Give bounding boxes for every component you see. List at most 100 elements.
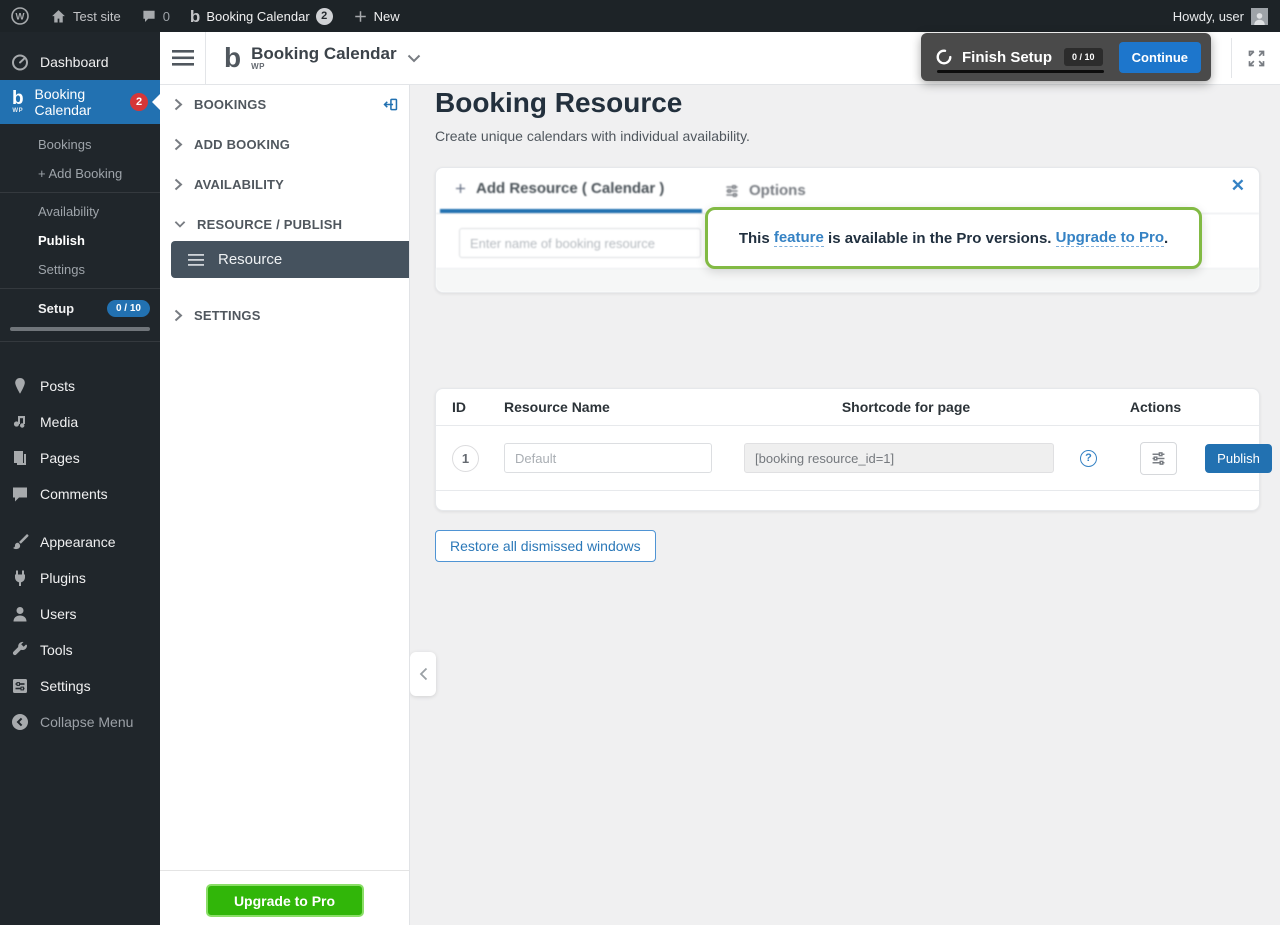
submenu-item-bookings[interactable]: Bookings bbox=[0, 130, 160, 159]
submenu-item-add-booking[interactable]: + Add Booking bbox=[0, 159, 160, 188]
users-label: Users bbox=[40, 606, 77, 622]
submenu-divider bbox=[0, 192, 160, 193]
tab-options-label: Options bbox=[749, 182, 806, 199]
new-menu[interactable]: New bbox=[343, 0, 410, 32]
submenu-item-publish[interactable]: Publish bbox=[0, 226, 160, 255]
collapse-menu-button[interactable]: Collapse Menu bbox=[0, 704, 160, 740]
wordpress-logo-icon: W bbox=[10, 6, 30, 26]
site-name-link[interactable]: Test site bbox=[40, 0, 131, 32]
chevron-right-icon bbox=[174, 98, 183, 111]
finish-setup-badge: 0 / 10 bbox=[1064, 48, 1103, 66]
plugins-icon bbox=[10, 568, 30, 588]
section-settings[interactable]: SETTINGS bbox=[160, 299, 409, 331]
submenu-divider bbox=[0, 288, 160, 289]
close-icon[interactable]: ✕ bbox=[1231, 177, 1245, 194]
finish-setup-toast: Finish Setup 0 / 10 Continue bbox=[921, 33, 1211, 81]
sidebar-item-dashboard[interactable]: Dashboard bbox=[0, 44, 160, 80]
resource-table-card: ID Resource Name Shortcode for page Acti… bbox=[435, 388, 1260, 511]
appearance-brush-icon bbox=[10, 532, 30, 552]
publish-button[interactable]: Publish bbox=[1205, 444, 1272, 473]
tab-add-resource-label: Add Resource ( Calendar ) bbox=[476, 180, 664, 197]
admin-bar: W Test site 0 b Booking Calendar 2 New H… bbox=[0, 0, 1280, 32]
sliders-icon bbox=[1150, 450, 1167, 467]
sidebar-item-comments[interactable]: Comments bbox=[0, 476, 160, 512]
collapse-sidebar-icon[interactable] bbox=[382, 96, 399, 113]
sidebar-item-appearance[interactable]: Appearance bbox=[0, 524, 160, 560]
upgrade-to-pro-link[interactable]: Upgrade to Pro bbox=[1056, 229, 1164, 247]
user-avatar[interactable] bbox=[1251, 8, 1268, 25]
submenu-item-setup[interactable]: Setup 0 / 10 bbox=[0, 293, 160, 321]
pages-icon bbox=[10, 448, 30, 468]
booking-calendar-menu-badge: 2 bbox=[130, 93, 148, 111]
sidebar-item-plugins[interactable]: Plugins bbox=[0, 560, 160, 596]
resource-id-badge: 1 bbox=[452, 445, 479, 472]
submenu-item-settings[interactable]: Settings bbox=[0, 255, 160, 284]
booking-calendar-adminbar-link[interactable]: b Booking Calendar 2 bbox=[180, 0, 343, 32]
submenu-item-availability[interactable]: Availability bbox=[0, 197, 160, 226]
booking-calendar-menu-label: Booking Calendar bbox=[35, 86, 121, 118]
page-subtitle: Create unique calendars with individual … bbox=[435, 128, 750, 144]
collapse-panel-tab[interactable] bbox=[410, 652, 436, 696]
plugin-title-block[interactable]: Booking Calendar WP bbox=[251, 45, 396, 72]
resource-row-name-input[interactable] bbox=[504, 443, 712, 473]
site-name: Test site bbox=[73, 9, 121, 24]
feature-link[interactable]: feature bbox=[774, 229, 824, 247]
new-label: New bbox=[374, 9, 400, 24]
panel-item-resource[interactable]: Resource bbox=[171, 241, 409, 278]
help-icon[interactable]: ? bbox=[1080, 450, 1097, 467]
section-resource-publish[interactable]: RESOURCE / PUBLISH bbox=[160, 208, 409, 240]
section-availability[interactable]: AVAILABILITY bbox=[160, 168, 409, 200]
panel-hamburger-button[interactable] bbox=[160, 32, 206, 84]
sidebar-item-booking-calendar[interactable]: bWP Booking Calendar 2 bbox=[0, 80, 160, 124]
restore-dismissed-windows-button[interactable]: Restore all dismissed windows bbox=[435, 530, 656, 562]
sidebar-item-settings[interactable]: Settings bbox=[0, 668, 160, 704]
menu-spacer bbox=[0, 512, 160, 524]
chevron-down-icon[interactable] bbox=[407, 54, 421, 63]
shortcode-field[interactable]: [booking resource_id=1] bbox=[744, 443, 1054, 473]
posts-pin-icon bbox=[10, 376, 30, 396]
drag-handle-icon bbox=[188, 254, 204, 266]
comments-link[interactable]: 0 bbox=[131, 0, 180, 32]
howdy-user-link[interactable]: Howdy, user bbox=[1173, 9, 1244, 24]
booking-calendar-adminbar-badge: 2 bbox=[316, 8, 333, 25]
popover-text: . bbox=[1164, 230, 1168, 247]
sidebar-item-posts[interactable]: Posts bbox=[0, 368, 160, 404]
sidebar-item-pages[interactable]: Pages bbox=[0, 440, 160, 476]
main-content: Booking Resource Create unique calendars… bbox=[410, 85, 1280, 925]
booking-calendar-menu-logo-icon: bWP bbox=[10, 90, 26, 113]
fullscreen-button[interactable] bbox=[1232, 32, 1280, 84]
sidebar-item-tools[interactable]: Tools bbox=[0, 632, 160, 668]
row-options-button[interactable] bbox=[1140, 442, 1177, 475]
table-header-row: ID Resource Name Shortcode for page Acti… bbox=[436, 389, 1259, 426]
svg-text:W: W bbox=[16, 12, 25, 23]
section-bookings-label: BOOKINGS bbox=[194, 97, 266, 112]
panel-footer: Upgrade to Pro bbox=[160, 870, 409, 925]
page-title: Booking Resource bbox=[435, 87, 682, 119]
comments-icon bbox=[10, 484, 30, 504]
sliders-icon bbox=[724, 183, 740, 199]
resource-name-input[interactable] bbox=[459, 228, 701, 258]
upgrade-to-pro-button[interactable]: Upgrade to Pro bbox=[206, 884, 364, 917]
fullscreen-icon bbox=[1246, 48, 1267, 69]
section-bookings[interactable]: BOOKINGS bbox=[160, 88, 409, 120]
tab-add-resource[interactable]: Add Resource ( Calendar ) bbox=[440, 168, 702, 213]
col-header-actions: Actions bbox=[1068, 399, 1243, 415]
plus-icon bbox=[353, 9, 368, 24]
sidebar-item-media[interactable]: Media bbox=[0, 404, 160, 440]
col-header-id: ID bbox=[452, 399, 504, 415]
submenu-divider bbox=[0, 341, 160, 342]
section-add-booking[interactable]: ADD BOOKING bbox=[160, 128, 409, 160]
setup-label: Setup bbox=[38, 301, 74, 316]
tools-label: Tools bbox=[40, 642, 73, 658]
pro-feature-popover: This feature is available in the Pro ver… bbox=[705, 207, 1202, 269]
setup-progress-bar bbox=[10, 327, 150, 331]
plugins-label: Plugins bbox=[40, 570, 86, 586]
chevron-right-icon bbox=[174, 178, 183, 191]
home-icon bbox=[50, 8, 67, 25]
booking-calendar-adminbar-label: Booking Calendar bbox=[206, 9, 309, 24]
continue-button[interactable]: Continue bbox=[1119, 42, 1201, 73]
pages-label: Pages bbox=[40, 450, 80, 466]
collapse-menu-icon bbox=[10, 712, 30, 732]
sidebar-item-users[interactable]: Users bbox=[0, 596, 160, 632]
wordpress-menu[interactable]: W bbox=[0, 0, 40, 32]
